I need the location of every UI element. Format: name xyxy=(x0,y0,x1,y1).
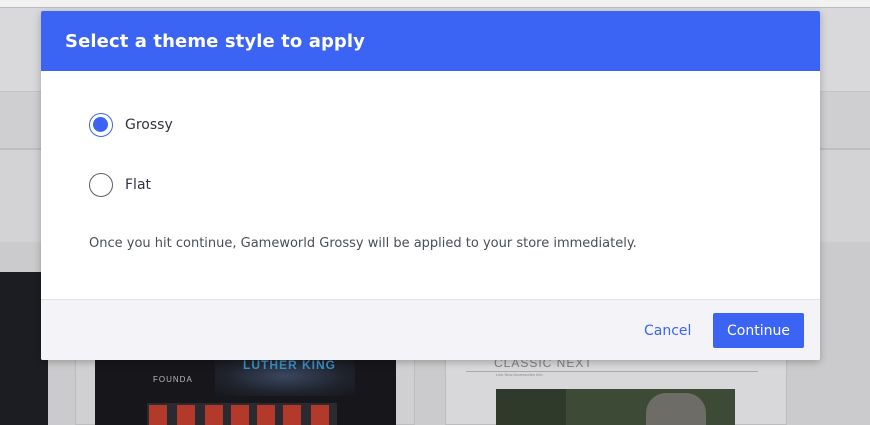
radio-flat[interactable] xyxy=(89,173,113,197)
dialog-body: Grossy Flat xyxy=(41,71,820,299)
dialog-footer: Cancel Continue xyxy=(41,299,820,360)
style-option-grossy[interactable]: Grossy xyxy=(89,113,173,137)
preview-left-logo: FOUNDA xyxy=(153,375,193,384)
theme-preview-left: LUTHER KING FOUNDA xyxy=(95,358,396,425)
theme-preview-right xyxy=(496,389,735,425)
dialog-note: Once you hit continue, Gameworld Grossy … xyxy=(89,236,637,251)
radio-grossy[interactable] xyxy=(89,113,113,137)
theme-style-dialog: Select a theme style to apply Grossy Fla… xyxy=(41,11,820,360)
continue-button[interactable]: Continue xyxy=(713,313,804,348)
radio-label-grossy: Grossy xyxy=(125,117,173,133)
cancel-button[interactable]: Cancel xyxy=(632,314,703,348)
radio-label-flat: Flat xyxy=(125,177,152,193)
preview-right-menu: Link New Accessories Info xyxy=(496,372,543,377)
style-option-flat[interactable]: Flat xyxy=(89,173,151,197)
dialog-title: Select a theme style to apply xyxy=(65,30,366,52)
browser-strip xyxy=(0,0,870,8)
preview-left-title: LUTHER KING xyxy=(243,358,336,372)
dialog-header: Select a theme style to apply xyxy=(41,11,820,71)
